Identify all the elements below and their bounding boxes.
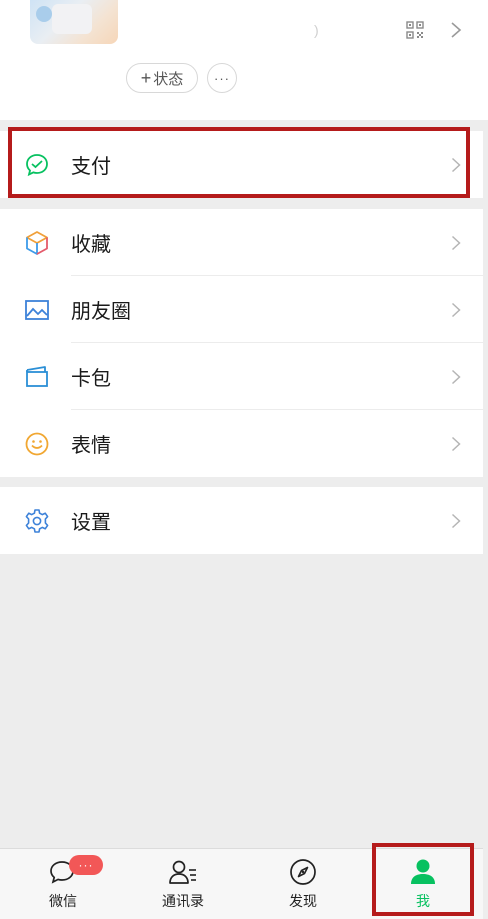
- menu-section-main: 收藏 朋友圈 卡包 表情: [0, 209, 483, 477]
- tab-label: 通讯录: [162, 893, 204, 909]
- unread-badge: ···: [69, 855, 103, 875]
- contacts-icon: [167, 857, 199, 887]
- gear-icon: [24, 508, 50, 534]
- chevron-right-icon: [451, 302, 461, 317]
- menu-item-settings[interactable]: 设置: [0, 487, 483, 554]
- highlight-pay: [8, 127, 470, 198]
- avatar[interactable]: [30, 0, 118, 44]
- smiley-icon: [24, 431, 50, 457]
- menu-item-label: 收藏: [71, 234, 111, 256]
- qr-code-icon[interactable]: [406, 21, 424, 39]
- more-button[interactable]: ···: [207, 63, 237, 93]
- menu-item-card-wallet[interactable]: 卡包: [0, 343, 483, 410]
- tab-label: 微信: [49, 893, 77, 909]
- chat-bubble-icon: ···: [47, 855, 103, 887]
- chevron-right-icon: [451, 513, 461, 528]
- favorites-cube-icon: [24, 230, 50, 256]
- chevron-right-icon[interactable]: [450, 21, 462, 39]
- menu-item-label: 设置: [71, 512, 111, 534]
- tab-contacts[interactable]: 通讯录: [133, 849, 233, 915]
- card-wallet-icon: [24, 364, 50, 390]
- add-status-button[interactable]: + 状态: [126, 63, 198, 93]
- chevron-right-icon: [451, 369, 461, 384]
- plus-icon: +: [140, 67, 152, 88]
- tab-discover[interactable]: 发现: [253, 849, 353, 915]
- avatar-decoration: [36, 6, 52, 22]
- chevron-right-icon: [451, 436, 461, 451]
- add-status-label: 状态: [153, 70, 184, 88]
- status-indicator: ): [314, 22, 319, 38]
- highlight-me-tab: [372, 843, 474, 916]
- profile-header[interactable]: ) + 状态 ···: [0, 0, 488, 120]
- menu-item-label: 卡包: [71, 368, 111, 390]
- menu-item-label: 朋友圈: [71, 301, 131, 323]
- menu-section-settings: 设置: [0, 487, 483, 554]
- menu-item-moments[interactable]: 朋友圈: [0, 276, 483, 343]
- tab-chats[interactable]: ··· 微信: [13, 849, 113, 915]
- avatar-blurred-region: [52, 4, 92, 34]
- moments-image-icon: [24, 297, 50, 323]
- compass-icon: [287, 857, 319, 887]
- menu-item-label: 表情: [71, 435, 111, 457]
- chevron-right-icon: [451, 235, 461, 250]
- menu-item-favorites[interactable]: 收藏: [0, 209, 483, 276]
- tab-label: 发现: [289, 893, 317, 909]
- menu-item-stickers[interactable]: 表情: [0, 410, 483, 477]
